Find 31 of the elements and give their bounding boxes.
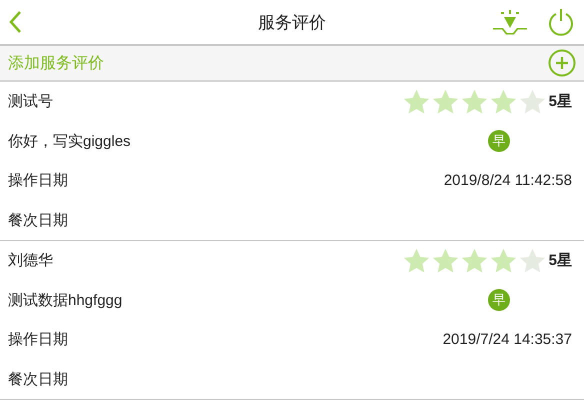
operation-date: 2019/7/24 14:35:37 bbox=[442, 331, 572, 348]
star-icon bbox=[460, 246, 489, 275]
back-icon[interactable] bbox=[8, 10, 22, 34]
star-icon bbox=[488, 88, 518, 116]
add-review-label: 添加服务评价 bbox=[8, 54, 104, 74]
field-label: 操作日期 bbox=[8, 171, 68, 190]
meal-badge: 早 bbox=[488, 289, 510, 312]
power-icon[interactable] bbox=[548, 8, 574, 36]
reviewer-name: 刘德华 bbox=[8, 251, 53, 270]
star-icon bbox=[402, 88, 431, 116]
add-review-bar[interactable]: 添加服务评价 bbox=[0, 46, 584, 82]
star-icon bbox=[460, 88, 489, 116]
operation-date: 2019/8/24 11:42:58 bbox=[444, 172, 572, 190]
star-icon bbox=[518, 88, 547, 116]
field-label: 餐次日期 bbox=[8, 210, 68, 230]
star-icon bbox=[518, 246, 547, 275]
page-title: 服务评价 bbox=[258, 12, 326, 34]
meal-badge: 早 bbox=[488, 130, 510, 152]
plus-icon[interactable] bbox=[548, 49, 576, 77]
field-label: 餐次日期 bbox=[8, 370, 68, 389]
review-comment: 你好，写实giggles bbox=[8, 132, 131, 151]
star-icon bbox=[430, 246, 460, 275]
lamp-icon[interactable] bbox=[492, 9, 528, 35]
review-comment: 测试数据hhgfggg bbox=[8, 290, 122, 310]
star-icon bbox=[488, 246, 518, 275]
rating-label: 5星 bbox=[548, 92, 572, 112]
star-icon bbox=[430, 88, 460, 116]
star-icon bbox=[402, 246, 431, 275]
rating-label: 5星 bbox=[548, 251, 572, 270]
reviewer-name: 测试号 bbox=[8, 92, 53, 112]
field-label: 操作日期 bbox=[8, 330, 68, 350]
